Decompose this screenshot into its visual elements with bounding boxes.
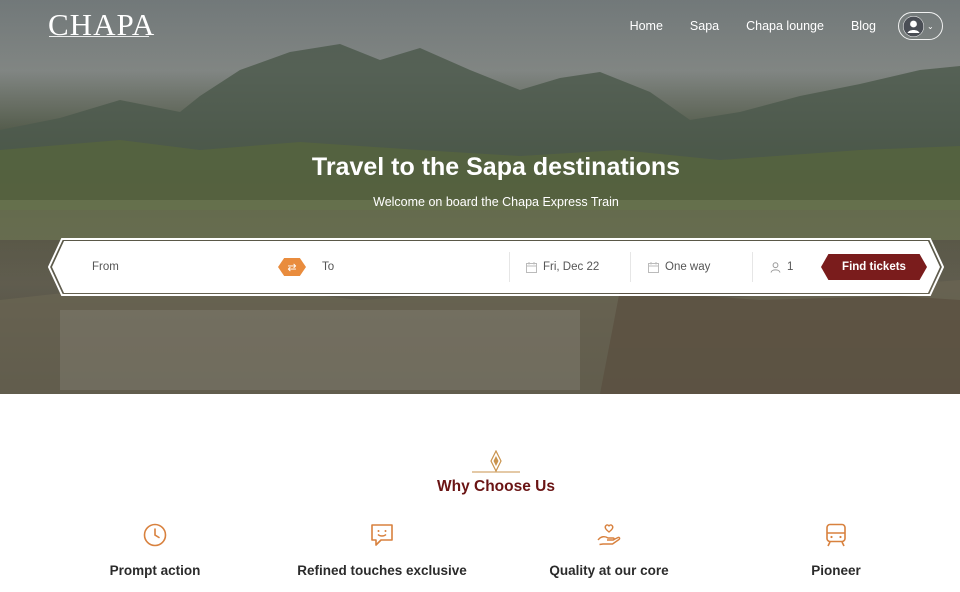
calendar-icon <box>648 261 659 273</box>
from-station-field[interactable]: From <box>92 241 119 293</box>
clock-icon <box>143 523 167 547</box>
nav-home[interactable]: Home <box>630 18 663 34</box>
chevron-down-icon: ⌄ <box>927 21 934 31</box>
hand-heart-icon <box>597 524 621 546</box>
user-avatar-icon <box>903 15 924 37</box>
feature-prompt-action: Prompt action <box>45 522 265 578</box>
trip-type-value: One way <box>665 261 711 273</box>
diamond-ornament-icon <box>472 450 520 473</box>
nav-chapa-lounge[interactable]: Chapa lounge <box>746 18 824 34</box>
passengers-field[interactable]: 1 <box>770 241 793 293</box>
departure-date-value: Fri, Dec 22 <box>543 261 600 273</box>
departure-date-field[interactable]: Fri, Dec 22 <box>526 241 599 293</box>
feature-label: Quality at our core <box>549 563 669 578</box>
calendar-icon <box>526 261 537 273</box>
hero-title: Travel to the Sapa destinations <box>311 153 681 181</box>
field-divider <box>509 252 510 282</box>
feature-label: Refined touches exclusive <box>297 563 467 578</box>
trip-type-field[interactable]: One way <box>648 241 710 293</box>
passengers-value: 1 <box>787 261 794 273</box>
logo-underline <box>49 36 149 37</box>
nav-sapa[interactable]: Sapa <box>690 18 719 34</box>
feature-quality-core: Quality at our core <box>499 522 719 578</box>
why-choose-us-title: Why Choose Us <box>437 478 555 495</box>
feature-refined-touches: Refined touches exclusive <box>272 522 492 578</box>
person-icon <box>770 261 781 273</box>
feature-label: Prompt action <box>109 563 201 578</box>
to-station-field[interactable]: To <box>322 241 334 293</box>
chat-smile-icon <box>371 524 393 546</box>
main-nav: Home Sapa Chapa lounge Blog <box>630 18 876 34</box>
find-tickets-button[interactable]: Find tickets <box>821 254 927 280</box>
hero-banner: CHAPA Home Sapa Chapa lounge Blog ⌄ Trav… <box>0 0 960 394</box>
hero-subtitle: Welcome on board the Chapa Express Train <box>373 195 619 209</box>
swap-arrows-icon: ⇄ <box>287 261 297 274</box>
nav-blog[interactable]: Blog <box>851 18 876 34</box>
ticket-search-bar: From ⇄ To Fri, Dec 22 One way 1 Find tic… <box>52 241 940 293</box>
swap-stations-button[interactable]: ⇄ <box>278 258 306 276</box>
feature-label: Pioneer <box>811 563 861 578</box>
train-icon <box>826 523 846 547</box>
account-menu-button[interactable]: ⌄ <box>898 12 943 40</box>
feature-pioneer: Pioneer <box>726 522 946 578</box>
field-divider <box>752 252 753 282</box>
field-divider <box>630 252 631 282</box>
